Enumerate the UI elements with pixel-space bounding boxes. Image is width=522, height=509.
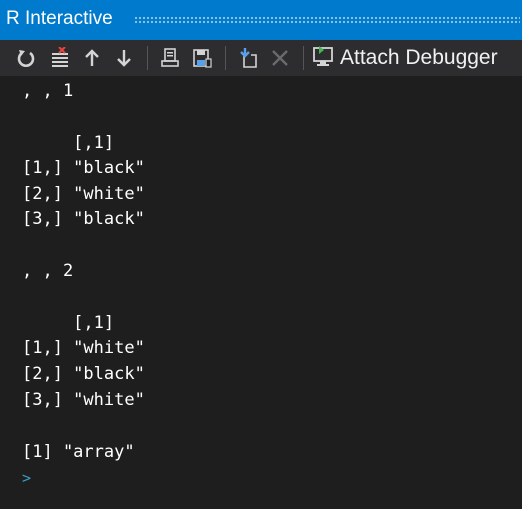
title-bar[interactable]: R Interactive: [0, 0, 522, 40]
load-workspace-button[interactable]: [156, 44, 184, 72]
attach-debugger-label: Attach Debugger: [340, 46, 498, 69]
clear-console-icon: [49, 47, 71, 69]
clear-console-button[interactable]: [46, 44, 74, 72]
console-output[interactable]: , , 1 [,1] [1,] "black" [2,] "white" [3,…: [0, 76, 522, 509]
reset-button[interactable]: [12, 44, 40, 72]
attach-debugger-button[interactable]: Attach Debugger: [312, 44, 498, 72]
set-working-directory-icon: [237, 47, 259, 69]
arrow-up-icon: [83, 48, 101, 68]
set-working-directory-button[interactable]: [234, 44, 262, 72]
interrupt-button[interactable]: [266, 44, 294, 72]
console-line: , , 2: [22, 261, 74, 281]
toolbar: Attach Debugger: [0, 40, 522, 76]
console-line: [1] "array": [22, 442, 135, 462]
console-line: [2,] "white": [22, 184, 145, 204]
console-line: [,1]: [22, 133, 115, 153]
title-bar-grip[interactable]: [134, 16, 520, 24]
history-up-button[interactable]: [78, 44, 106, 72]
console-line: [,1]: [22, 313, 115, 333]
console-line: [3,] "black": [22, 209, 145, 229]
toolbar-separator: [303, 46, 304, 70]
save-workspace-icon: [191, 47, 213, 69]
debugger-monitor-icon: [312, 45, 334, 72]
toolbar-separator: [225, 46, 226, 70]
load-workspace-icon: [159, 47, 181, 69]
history-down-button[interactable]: [110, 44, 138, 72]
console-line: [2,] "black": [22, 364, 145, 384]
toolbar-separator: [147, 46, 148, 70]
console-line: , , 1: [22, 81, 74, 101]
close-icon: [270, 48, 290, 68]
reset-icon: [16, 48, 36, 68]
r-interactive-window: R Interactive Attach Debugger , , 1 [,1]…: [0, 0, 522, 509]
arrow-down-icon: [115, 48, 133, 68]
console-line: [3,] "white": [22, 390, 145, 410]
window-title: R Interactive: [6, 8, 113, 29]
console-line: [1,] "white": [22, 338, 145, 358]
console-prompt[interactable]: >: [22, 466, 31, 490]
save-workspace-button[interactable]: [188, 44, 216, 72]
console-line: [1,] "black": [22, 158, 145, 178]
